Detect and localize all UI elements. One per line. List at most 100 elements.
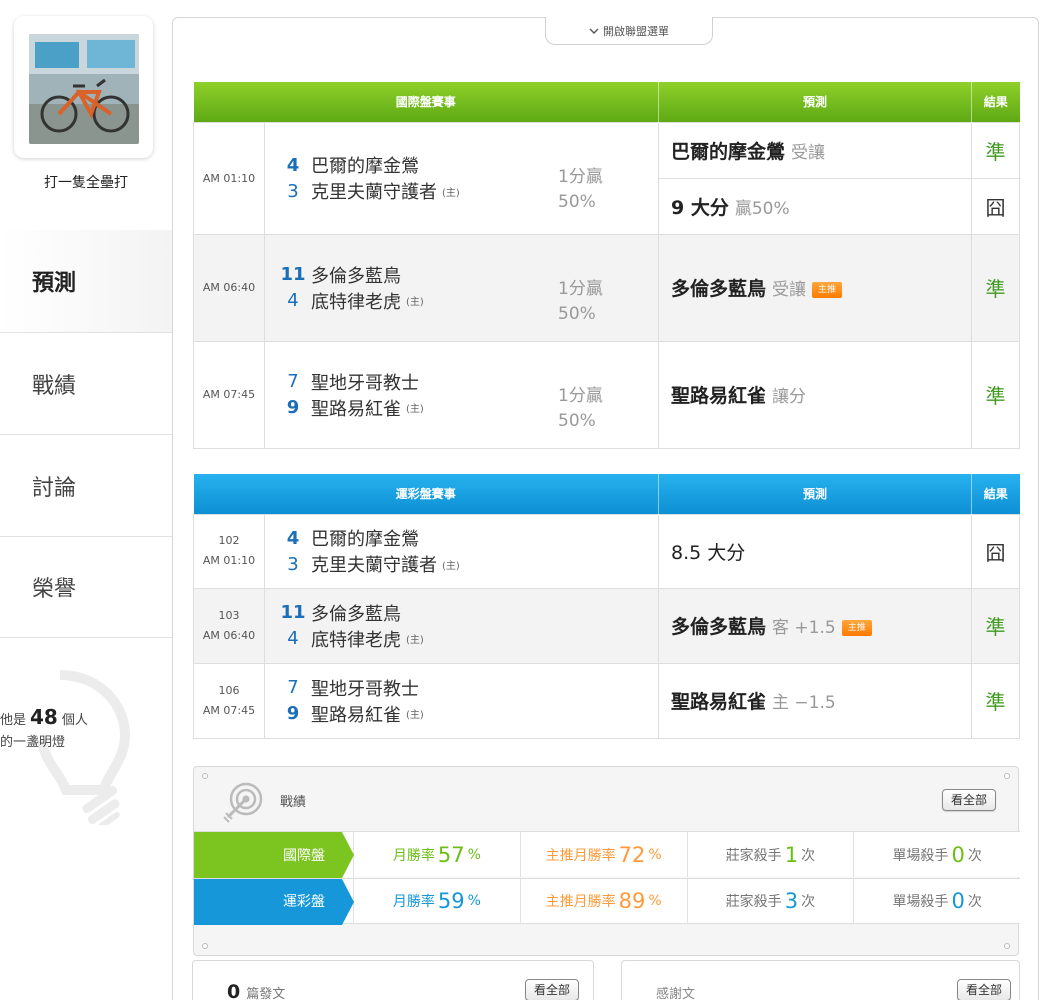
prediction-cell: 8.5 大分 <box>658 513 973 589</box>
header-prediction: 預測 <box>658 82 973 122</box>
result-cell: 準 <box>971 340 1021 449</box>
table-row: 103 AM 06:40 11 多倫多藍鳥 4 底特律老虎 (主) 多倫多藍鳥客 +1.… <box>193 587 1021 664</box>
stats-row-intl: 國際盤 月勝率 57% 主推月勝率 72% 莊家殺手 1 次 單場殺手 0 次 <box>194 831 1020 878</box>
featured-label: 主推月勝率 <box>545 894 616 910</box>
corner-dot <box>202 943 208 949</box>
thanks-box: 感謝文 看全部 <box>621 960 1020 1000</box>
home-score: 4 <box>287 628 299 649</box>
unit: 次 <box>967 847 982 864</box>
match-cell[interactable]: 4 巴爾的摩金鶯 3 克里夫蘭守護者 (主) 1分贏 50% <box>263 121 660 235</box>
avatar[interactable] <box>29 34 139 144</box>
game-time-text: AM 06:40 <box>202 628 256 642</box>
home-score: 9 <box>286 703 300 724</box>
league-menu-label: 開啟聯盟選單 <box>603 24 669 38</box>
bulb-suffix: 個人 <box>61 713 88 728</box>
post-count-label: 篇發文 <box>246 987 286 1000</box>
bulb-text: 他是 48 個人 的一盞明燈 <box>0 706 88 754</box>
monthly-label: 月勝率 <box>392 894 435 910</box>
away-score: 11 <box>280 264 306 285</box>
prediction-main: 多倫多藍鳥 <box>671 616 767 638</box>
monthly-value: 59 <box>437 889 465 913</box>
game-time-text: AM 01:10 <box>202 554 256 567</box>
home-score: 9 <box>286 397 300 418</box>
thanks-view-all-button[interactable]: 看全部 <box>956 979 1011 1000</box>
post-count: 0 篇發文 <box>227 981 285 1000</box>
game-time-text: AM 07:45 <box>202 703 256 717</box>
prediction-cell: 9 大分 贏50% <box>658 177 973 235</box>
dealer-label: 莊家殺手 <box>725 894 782 910</box>
dealer-label: 莊家殺手 <box>725 847 782 864</box>
game-time: AM 06:40 <box>193 233 265 342</box>
game-time: AM 07:45 <box>193 340 265 449</box>
dealer-killer: 莊家殺手 1 次 <box>688 832 855 877</box>
featured-value: 89 <box>618 889 646 913</box>
prediction-sub: 讓分 <box>772 387 807 407</box>
sports-lottery-table: 運彩盤賽事 預測 結果 102 AM 01:10 4 巴爾的摩金鶯 3 克里夫蘭守護者… <box>193 474 1021 739</box>
sidebar-item-predictions[interactable]: 預測 <box>0 230 172 332</box>
target-icon <box>223 782 263 823</box>
sidebar: 打一隻全壘打 預測 戰績 討論 榮譽 他是 48 個人 的一盞明燈 <box>0 0 172 1000</box>
prediction-main: 多倫多藍鳥 <box>671 278 767 300</box>
sidebar-item-label: 戰績 <box>32 373 77 399</box>
result-cell: 準 <box>971 233 1021 342</box>
prediction-sub: 受讓 <box>791 142 826 163</box>
home-score: 3 <box>287 180 299 202</box>
post-count-value: 0 <box>227 981 241 1000</box>
intl-games-table: 國際盤賽事 預測 結果 AM 01:10 4 巴爾的摩金鶯 3 克里夫蘭守護者 (主)… <box>193 82 1021 449</box>
stats-view-all-button[interactable]: 看全部 <box>941 789 996 811</box>
game-number: 106 <box>218 683 240 697</box>
posts-view-all-button[interactable]: 看全部 <box>524 979 579 1000</box>
match-cell[interactable]: 11 多倫多藍鳥 4 底特律老虎 (主) 1分贏 50% <box>263 233 660 342</box>
match-cell[interactable]: 11 多倫多藍鳥 4 底特律老虎 (主) <box>263 587 660 664</box>
home-mark: (主) <box>442 560 460 572</box>
unit: 次 <box>801 894 816 910</box>
bulb-prefix: 他是 <box>0 713 27 728</box>
away-score: 7 <box>287 371 299 392</box>
sidebar-item-label: 預測 <box>32 271 77 296</box>
away-team: 多倫多藍鳥 <box>311 265 401 287</box>
handicap: 1分贏 50% <box>558 165 603 215</box>
prediction-cell: 聖路易紅雀主 −1.5 <box>658 662 973 739</box>
avatar-card[interactable] <box>14 16 153 158</box>
match-cell[interactable]: 7 聖地牙哥教士 9 聖路易紅雀 (主) <box>263 662 660 739</box>
chevron-down-icon <box>589 28 599 34</box>
home-team: 聖路易紅雀 <box>311 398 401 420</box>
away-team: 巴爾的摩金鶯 <box>311 529 419 550</box>
result-cell: 準 <box>971 662 1021 739</box>
prediction-main: 聖路易紅雀 <box>671 385 767 407</box>
prediction-main: 8.5 大分 <box>671 541 746 564</box>
away-team: 聖地牙哥教士 <box>311 678 419 700</box>
stats-row-label: 國際盤 <box>194 832 354 878</box>
sidebar-item-record[interactable]: 戰績 <box>0 332 172 434</box>
game-number: 102 <box>218 534 240 547</box>
unit: 次 <box>967 894 982 910</box>
sidebar-item-honors[interactable]: 榮譽 <box>0 536 172 638</box>
header-prediction: 預測 <box>658 474 973 514</box>
handicap-line2: 50% <box>558 303 596 324</box>
pct: % <box>467 846 481 863</box>
handicap: 1分贏 50% <box>558 384 603 434</box>
pct: % <box>467 893 481 909</box>
username[interactable]: 打一隻全壘打 <box>0 172 172 192</box>
away-team: 聖地牙哥教士 <box>311 372 419 394</box>
table-row: 106 AM 07:45 7 聖地牙哥教士 9 聖路易紅雀 (主) 聖路易紅雀主 −1.… <box>193 662 1021 739</box>
single-killer: 單場殺手 0 次 <box>854 879 1020 923</box>
dealer-killer: 莊家殺手 3 次 <box>688 879 855 923</box>
featured-win-rate: 主推月勝率 72% <box>521 832 688 877</box>
away-team-line: 11 多倫多藍鳥 <box>275 600 658 626</box>
monthly-win-rate: 月勝率 59% <box>354 879 521 923</box>
match-cell[interactable]: 7 聖地牙哥教士 9 聖路易紅雀 (主) 1分贏 50% <box>263 340 660 449</box>
home-team-line: 3 克里夫蘭守護者 (主) <box>275 551 658 577</box>
sidebar-item-discussion[interactable]: 討論 <box>0 434 172 536</box>
league-menu-toggle[interactable]: 開啟聯盟選單 <box>545 17 713 45</box>
header-result: 結果 <box>971 474 1020 514</box>
single-value: 0 <box>951 889 965 913</box>
stats-panel: 戰績 看全部 國際盤 月勝率 57% 主推月勝率 72% 莊家殺手 1 次 單場殺手 0 次… <box>193 766 1020 956</box>
away-team: 多倫多藍鳥 <box>311 603 401 625</box>
home-team: 底特律老虎 <box>311 629 401 651</box>
home-mark: (主) <box>406 297 424 308</box>
away-team-line: 4 巴爾的摩金鶯 <box>275 525 658 551</box>
match-cell[interactable]: 4 巴爾的摩金鶯 3 克里夫蘭守護者 (主) <box>263 513 660 589</box>
away-score: 11 <box>280 602 306 623</box>
single-value: 0 <box>951 842 965 867</box>
